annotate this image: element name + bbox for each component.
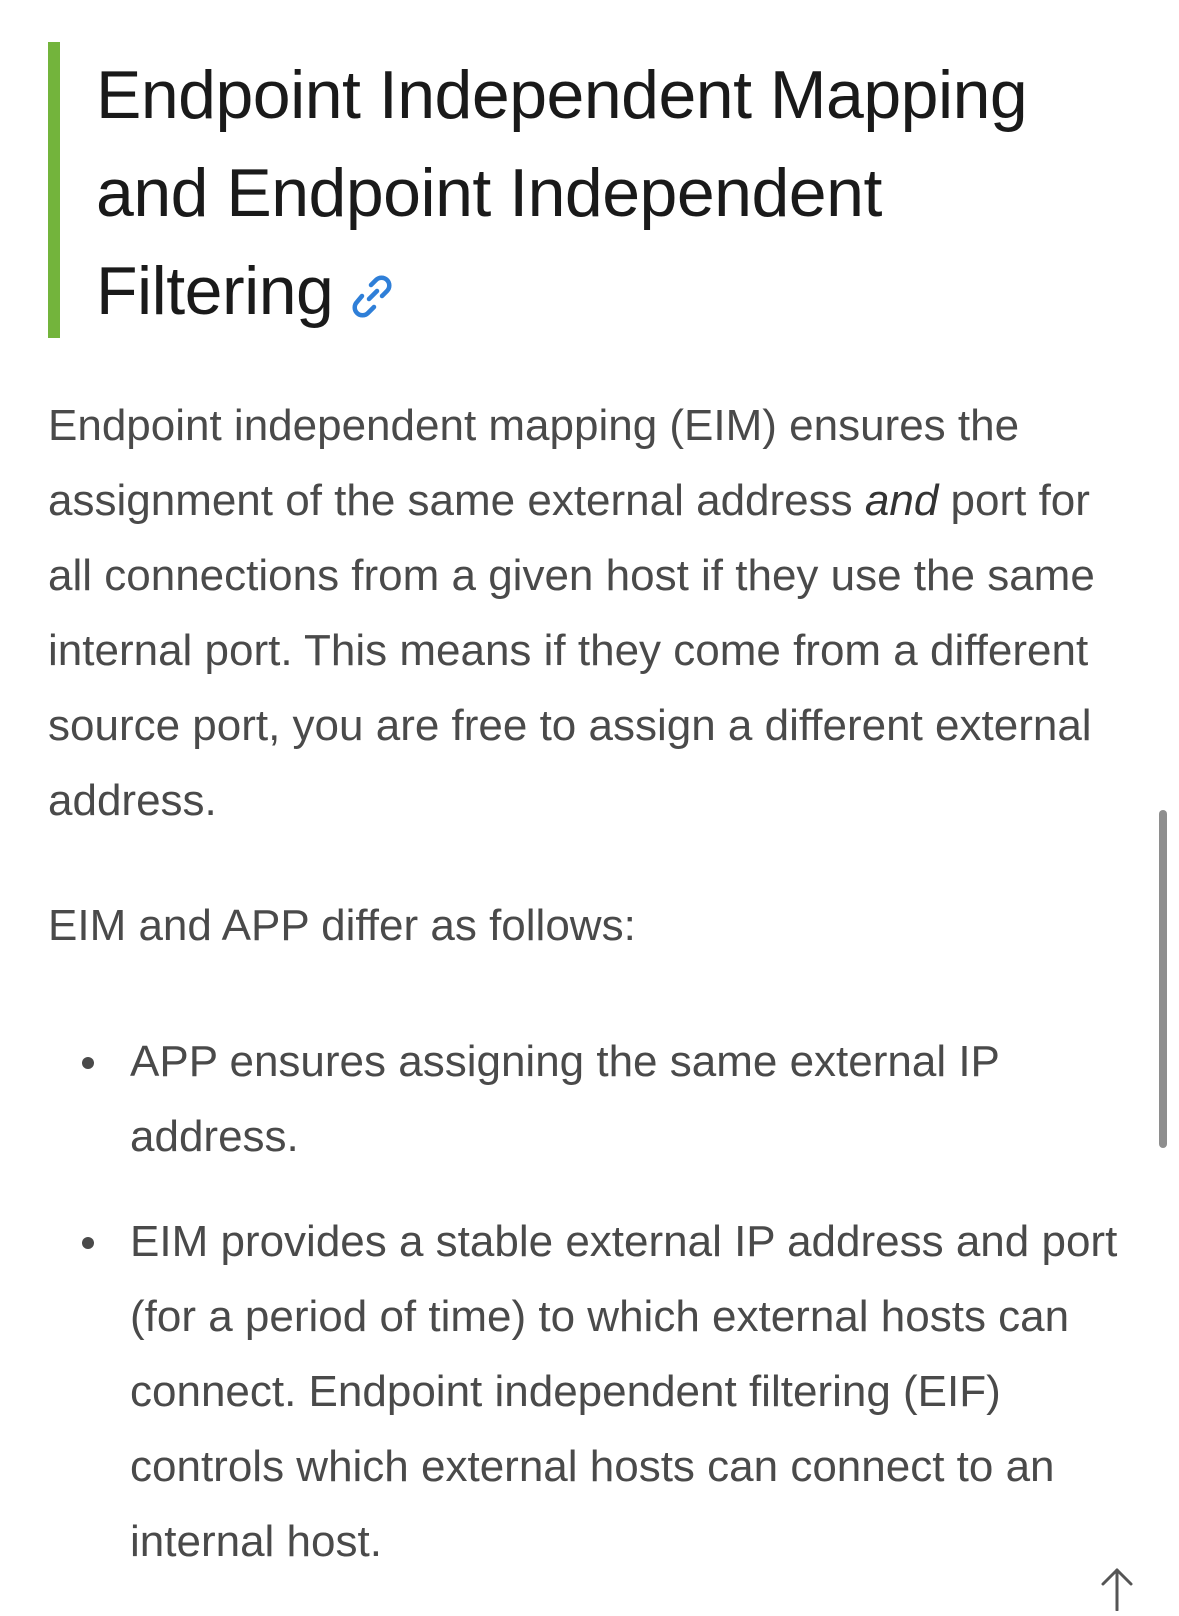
list-item-text: EIM provides a stable external IP addres… xyxy=(130,1217,1118,1566)
list-item-text: APP ensures assigning the same external … xyxy=(130,1037,1000,1161)
page-title: Endpoint Independent Mapping and Endpoin… xyxy=(96,46,1126,340)
differences-list: APP ensures assigning the same external … xyxy=(48,1024,1138,1609)
scroll-to-top-button[interactable] xyxy=(1097,1566,1137,1612)
anchor-link[interactable] xyxy=(347,271,397,321)
bullet-dot xyxy=(82,1237,94,1249)
eim-description: Endpoint independent mapping (EIM) ensur… xyxy=(48,388,1138,838)
list-item: APP ensures assigning the same external … xyxy=(48,1024,1138,1174)
page-title-text: Endpoint Independent Mapping and Endpoin… xyxy=(96,57,1028,329)
link-icon xyxy=(352,275,392,318)
differ-intro: EIM and APP differ as follows: xyxy=(48,901,636,950)
section-heading: Endpoint Independent Mapping and Endpoin… xyxy=(48,42,1128,338)
eim-description-emphasis: and xyxy=(864,476,939,525)
arrow-up-icon xyxy=(1101,1568,1133,1612)
scrollbar-thumb[interactable] xyxy=(1159,810,1167,1148)
bullet-dot xyxy=(82,1057,94,1069)
heading-accent-bar xyxy=(48,42,60,338)
eim-description-end: port for all connections from a given ho… xyxy=(48,476,1095,825)
list-item: EIM provides a stable external IP addres… xyxy=(48,1204,1138,1579)
